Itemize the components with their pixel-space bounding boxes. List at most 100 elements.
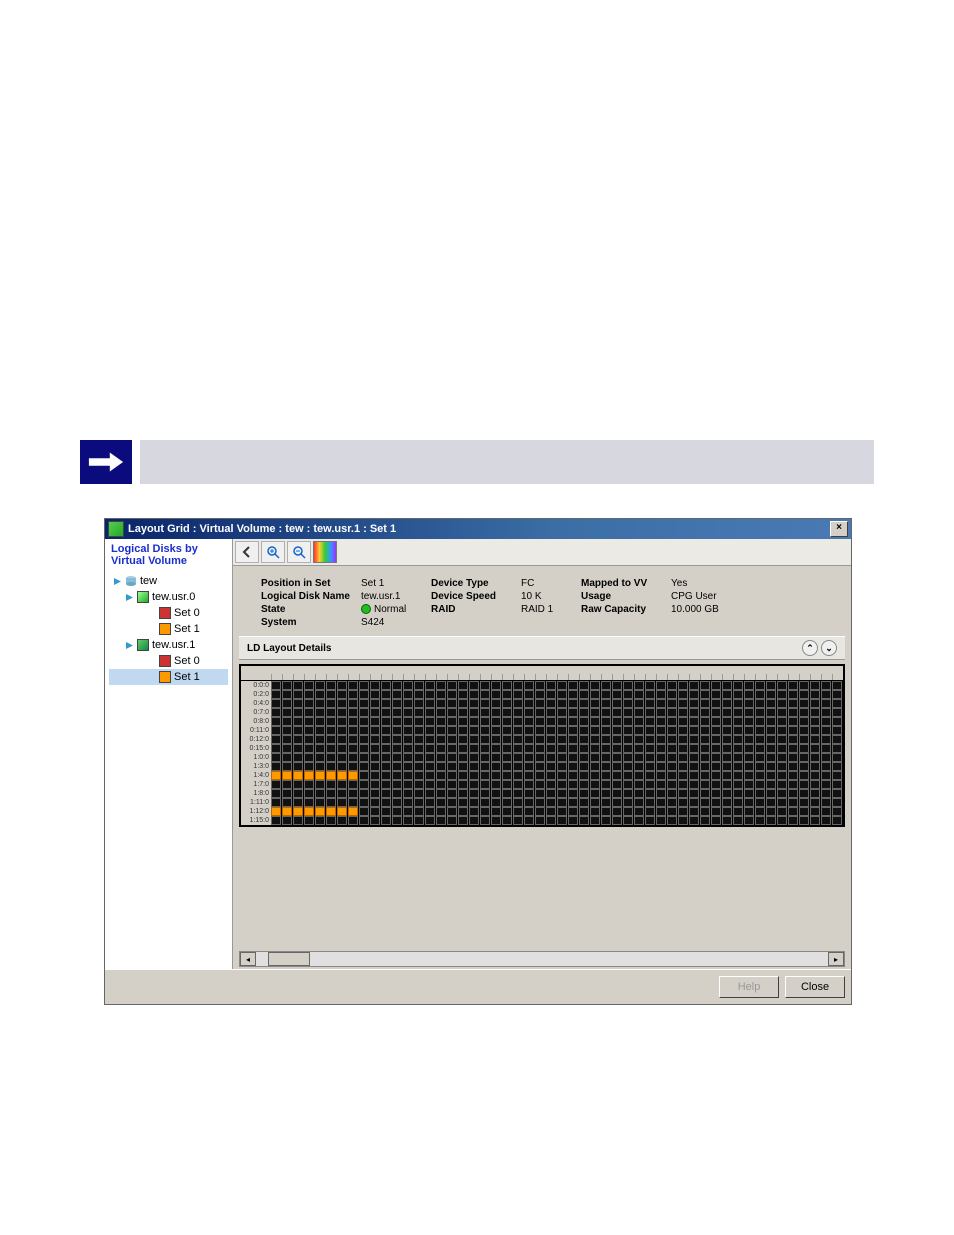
grid-cell[interactable]	[425, 744, 435, 753]
grid-cell[interactable]	[535, 807, 545, 816]
grid-cell[interactable]	[590, 789, 600, 798]
grid-cell[interactable]	[766, 690, 776, 699]
grid-cell[interactable]	[799, 771, 809, 780]
grid-cell[interactable]	[678, 690, 688, 699]
grid-cell[interactable]	[689, 699, 699, 708]
grid-cell[interactable]	[810, 699, 820, 708]
grid-cell[interactable]	[722, 735, 732, 744]
grid-cell[interactable]	[689, 717, 699, 726]
grid-cell[interactable]	[502, 762, 512, 771]
grid-cell[interactable]	[678, 735, 688, 744]
grid-cell[interactable]	[590, 726, 600, 735]
grid-cell[interactable]	[425, 735, 435, 744]
grid-cell[interactable]	[634, 708, 644, 717]
grid-cell[interactable]	[711, 798, 721, 807]
grid-cell[interactable]	[458, 789, 468, 798]
grid-cell[interactable]	[282, 708, 292, 717]
grid-cell[interactable]	[502, 708, 512, 717]
grid-cell[interactable]	[645, 798, 655, 807]
grid-cell[interactable]	[458, 753, 468, 762]
scroll-right-button[interactable]: ▸	[828, 952, 844, 966]
grid-cell[interactable]	[436, 816, 446, 825]
grid-cell[interactable]	[689, 753, 699, 762]
grid-cell[interactable]	[502, 807, 512, 816]
grid-cell[interactable]	[766, 789, 776, 798]
grid-cell[interactable]	[304, 690, 314, 699]
grid-cell[interactable]	[821, 798, 831, 807]
grid-cell[interactable]	[293, 789, 303, 798]
grid-cell[interactable]	[513, 708, 523, 717]
grid-cell[interactable]	[832, 789, 842, 798]
grid-cell[interactable]	[502, 816, 512, 825]
grid-cell[interactable]	[293, 798, 303, 807]
grid-cell[interactable]	[634, 789, 644, 798]
grid-cell[interactable]	[447, 744, 457, 753]
grid-cell[interactable]	[359, 744, 369, 753]
grid-cell[interactable]	[623, 717, 633, 726]
grid-cell[interactable]	[667, 816, 677, 825]
grid-cell[interactable]	[469, 735, 479, 744]
grid-cell[interactable]	[326, 744, 336, 753]
grid-cell[interactable]	[370, 699, 380, 708]
grid-cell[interactable]	[733, 681, 743, 690]
grid-cell[interactable]	[403, 816, 413, 825]
grid-cell[interactable]	[458, 735, 468, 744]
grid-cell[interactable]	[447, 681, 457, 690]
grid-cell[interactable]	[513, 798, 523, 807]
grid-cell[interactable]	[403, 807, 413, 816]
grid-cell[interactable]	[293, 735, 303, 744]
close-icon[interactable]: ×	[830, 521, 848, 537]
grid-cell[interactable]	[447, 771, 457, 780]
grid-cell[interactable]	[403, 735, 413, 744]
grid-cell[interactable]	[590, 708, 600, 717]
grid-cell[interactable]	[612, 771, 622, 780]
grid-cell[interactable]	[447, 699, 457, 708]
grid-cell[interactable]	[414, 699, 424, 708]
grid-cell[interactable]	[733, 771, 743, 780]
grid-cell[interactable]	[436, 726, 446, 735]
grid-cell[interactable]	[480, 789, 490, 798]
grid-cell[interactable]	[755, 807, 765, 816]
grid-cell[interactable]	[810, 735, 820, 744]
grid-cell[interactable]	[678, 726, 688, 735]
grid-cell[interactable]	[821, 780, 831, 789]
grid-cell[interactable]	[733, 789, 743, 798]
grid-cell[interactable]	[700, 699, 710, 708]
grid-cell[interactable]	[436, 798, 446, 807]
grid-cell[interactable]	[667, 735, 677, 744]
grid-cell[interactable]	[546, 798, 556, 807]
grid-cell[interactable]	[502, 717, 512, 726]
grid-cell[interactable]	[414, 789, 424, 798]
grid-cell[interactable]	[458, 807, 468, 816]
grid-cell[interactable]	[436, 717, 446, 726]
grid-cell[interactable]	[436, 780, 446, 789]
grid-cell[interactable]	[700, 708, 710, 717]
grid-cell[interactable]	[755, 690, 765, 699]
grid-cell[interactable]	[645, 816, 655, 825]
grid-cell[interactable]	[678, 798, 688, 807]
grid-cell[interactable]	[469, 753, 479, 762]
grid-cell[interactable]	[689, 681, 699, 690]
grid-cell[interactable]	[381, 681, 391, 690]
grid-cell[interactable]	[766, 798, 776, 807]
grid-cell[interactable]	[524, 690, 534, 699]
grid-cell[interactable]	[502, 744, 512, 753]
grid-cell[interactable]	[403, 753, 413, 762]
grid-cell[interactable]	[502, 726, 512, 735]
grid-cell[interactable]	[733, 690, 743, 699]
grid-cell[interactable]	[612, 690, 622, 699]
grid-cell[interactable]	[711, 681, 721, 690]
grid-cell[interactable]	[689, 690, 699, 699]
grid-cell[interactable]	[656, 798, 666, 807]
grid-cell[interactable]	[832, 717, 842, 726]
grid-cell[interactable]	[634, 735, 644, 744]
scroll-left-button[interactable]: ◂	[240, 952, 256, 966]
grid-cell[interactable]	[568, 816, 578, 825]
grid-cell[interactable]	[777, 717, 787, 726]
grid-cell[interactable]	[293, 717, 303, 726]
grid-cell[interactable]	[458, 771, 468, 780]
grid-cell[interactable]	[755, 753, 765, 762]
grid-cell[interactable]	[711, 807, 721, 816]
grid-cell[interactable]	[590, 681, 600, 690]
grid-cell[interactable]	[810, 762, 820, 771]
